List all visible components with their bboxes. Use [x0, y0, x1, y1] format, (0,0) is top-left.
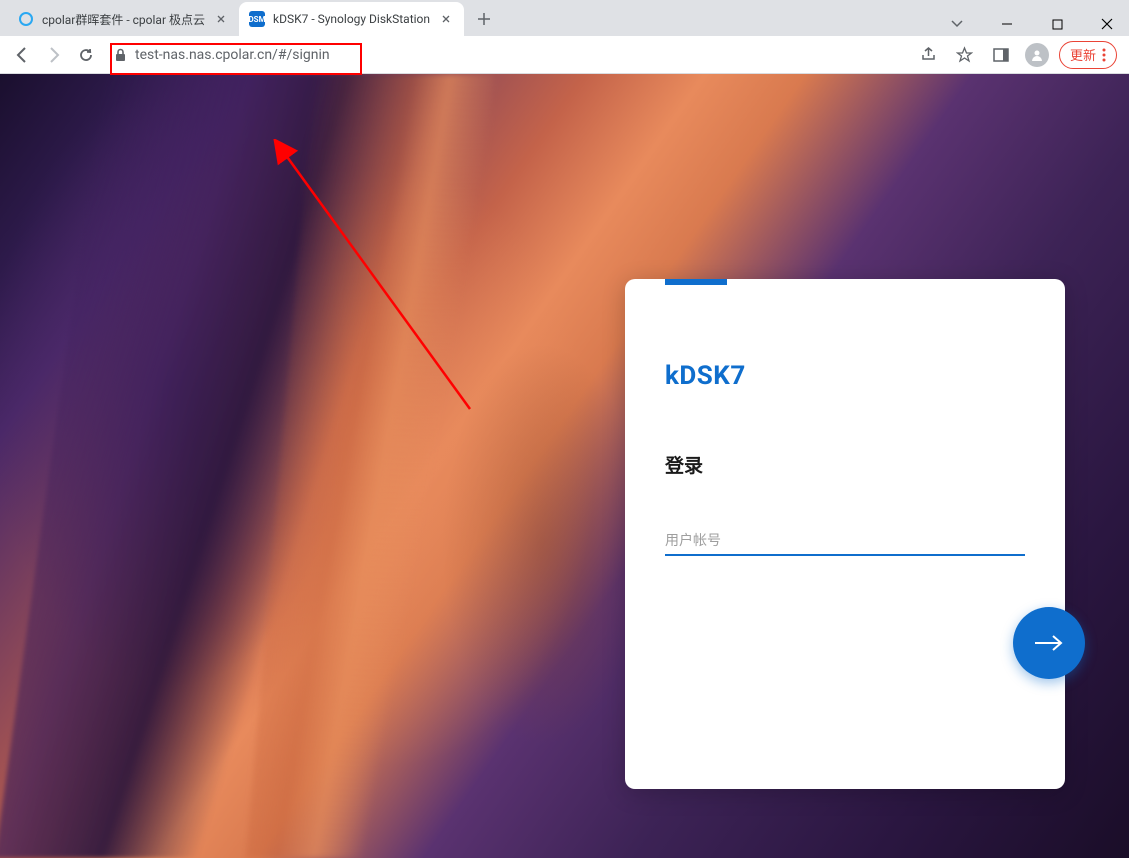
window-maximize[interactable] — [1043, 10, 1071, 38]
profile-icon[interactable] — [1023, 41, 1051, 69]
update-button[interactable]: 更新 — [1059, 41, 1117, 69]
menu-dots-icon — [1102, 48, 1106, 62]
login-card: kDSK7 登录 — [625, 279, 1065, 789]
window-close[interactable] — [1093, 10, 1121, 38]
tab-favicon-dsm: DSM — [249, 11, 265, 27]
update-label: 更新 — [1070, 45, 1096, 64]
page-content: kDSK7 登录 — [0, 74, 1129, 858]
side-panel-icon[interactable] — [987, 41, 1015, 69]
tab-close-icon[interactable] — [213, 11, 229, 27]
browser-tab-dsm[interactable]: DSM kDSK7 - Synology DiskStation — [239, 2, 464, 36]
url-field[interactable]: test-nas.nas.cpolar.cn/#/signin — [104, 41, 911, 69]
nav-reload-button[interactable] — [72, 41, 100, 69]
card-accent-bar — [665, 279, 727, 285]
login-title: 登录 — [665, 451, 1025, 478]
share-icon[interactable] — [915, 41, 943, 69]
tab-title: cpolar群晖套件 - cpolar 极点云 — [42, 11, 205, 28]
tab-close-icon[interactable] — [438, 11, 454, 27]
brand-title: kDSK7 — [665, 361, 1025, 391]
window-dropdown[interactable] — [943, 10, 971, 38]
username-input[interactable] — [665, 526, 1025, 556]
username-field-wrap — [665, 526, 1025, 556]
next-button[interactable] — [1013, 607, 1085, 679]
address-bar: test-nas.nas.cpolar.cn/#/signin 更新 — [0, 36, 1129, 74]
arrow-right-icon — [1033, 633, 1065, 653]
tab-favicon-cpolar — [18, 11, 34, 27]
new-tab-button[interactable] — [470, 5, 498, 33]
lock-icon — [114, 48, 127, 62]
bookmark-star-icon[interactable] — [951, 41, 979, 69]
window-minimize[interactable] — [993, 10, 1021, 38]
browser-tab-cpolar[interactable]: cpolar群晖套件 - cpolar 极点云 — [8, 2, 239, 36]
nav-forward-button[interactable] — [40, 41, 68, 69]
url-text: test-nas.nas.cpolar.cn/#/signin — [135, 47, 901, 63]
nav-back-button[interactable] — [8, 41, 36, 69]
tab-title: kDSK7 - Synology DiskStation — [273, 12, 430, 26]
